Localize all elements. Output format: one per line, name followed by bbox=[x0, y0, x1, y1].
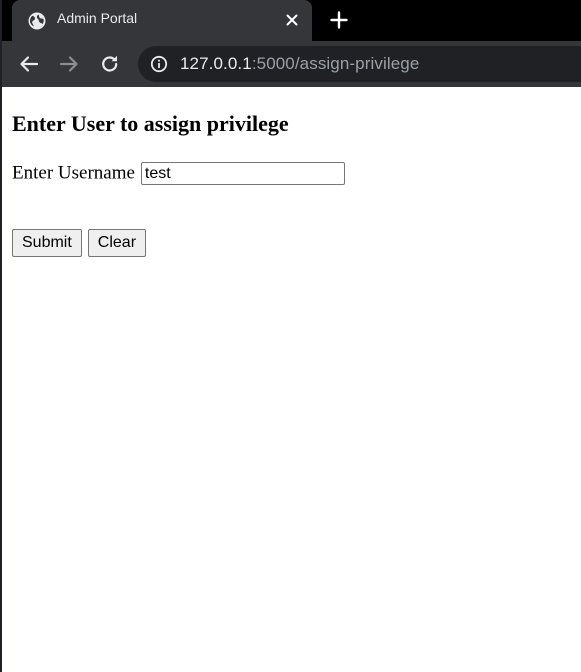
url-host: 127.0.0.1 bbox=[180, 54, 252, 73]
username-row: Enter Username bbox=[12, 162, 345, 185]
username-input[interactable] bbox=[140, 162, 345, 185]
browser-toolbar: 127.0.0.1:5000/assign-privilege bbox=[0, 41, 581, 87]
url-text[interactable]: 127.0.0.1:5000/assign-privilege bbox=[180, 54, 419, 74]
forward-arrow-icon[interactable] bbox=[58, 53, 80, 75]
form-buttons: Submit Clear bbox=[12, 229, 148, 257]
back-arrow-icon[interactable] bbox=[18, 53, 40, 75]
globe-icon bbox=[28, 12, 46, 30]
browser-tab[interactable]: Admin Portal bbox=[12, 0, 312, 41]
page-heading: Enter User to assign privilege bbox=[12, 111, 289, 136]
plus-icon[interactable] bbox=[329, 10, 349, 30]
tab-title: Admin Portal bbox=[57, 10, 138, 26]
tab-strip: Admin Portal bbox=[0, 0, 581, 41]
info-icon[interactable] bbox=[150, 55, 168, 73]
submit-button[interactable]: Submit bbox=[12, 229, 82, 257]
url-path: :5000/assign-privilege bbox=[251, 54, 420, 73]
close-icon[interactable] bbox=[284, 12, 300, 28]
address-bar[interactable]: 127.0.0.1:5000/assign-privilege bbox=[138, 46, 581, 82]
username-label: Enter Username bbox=[12, 162, 135, 184]
clear-button[interactable]: Clear bbox=[87, 229, 147, 257]
window-edge bbox=[0, 0, 2, 672]
reload-icon[interactable] bbox=[99, 53, 121, 75]
